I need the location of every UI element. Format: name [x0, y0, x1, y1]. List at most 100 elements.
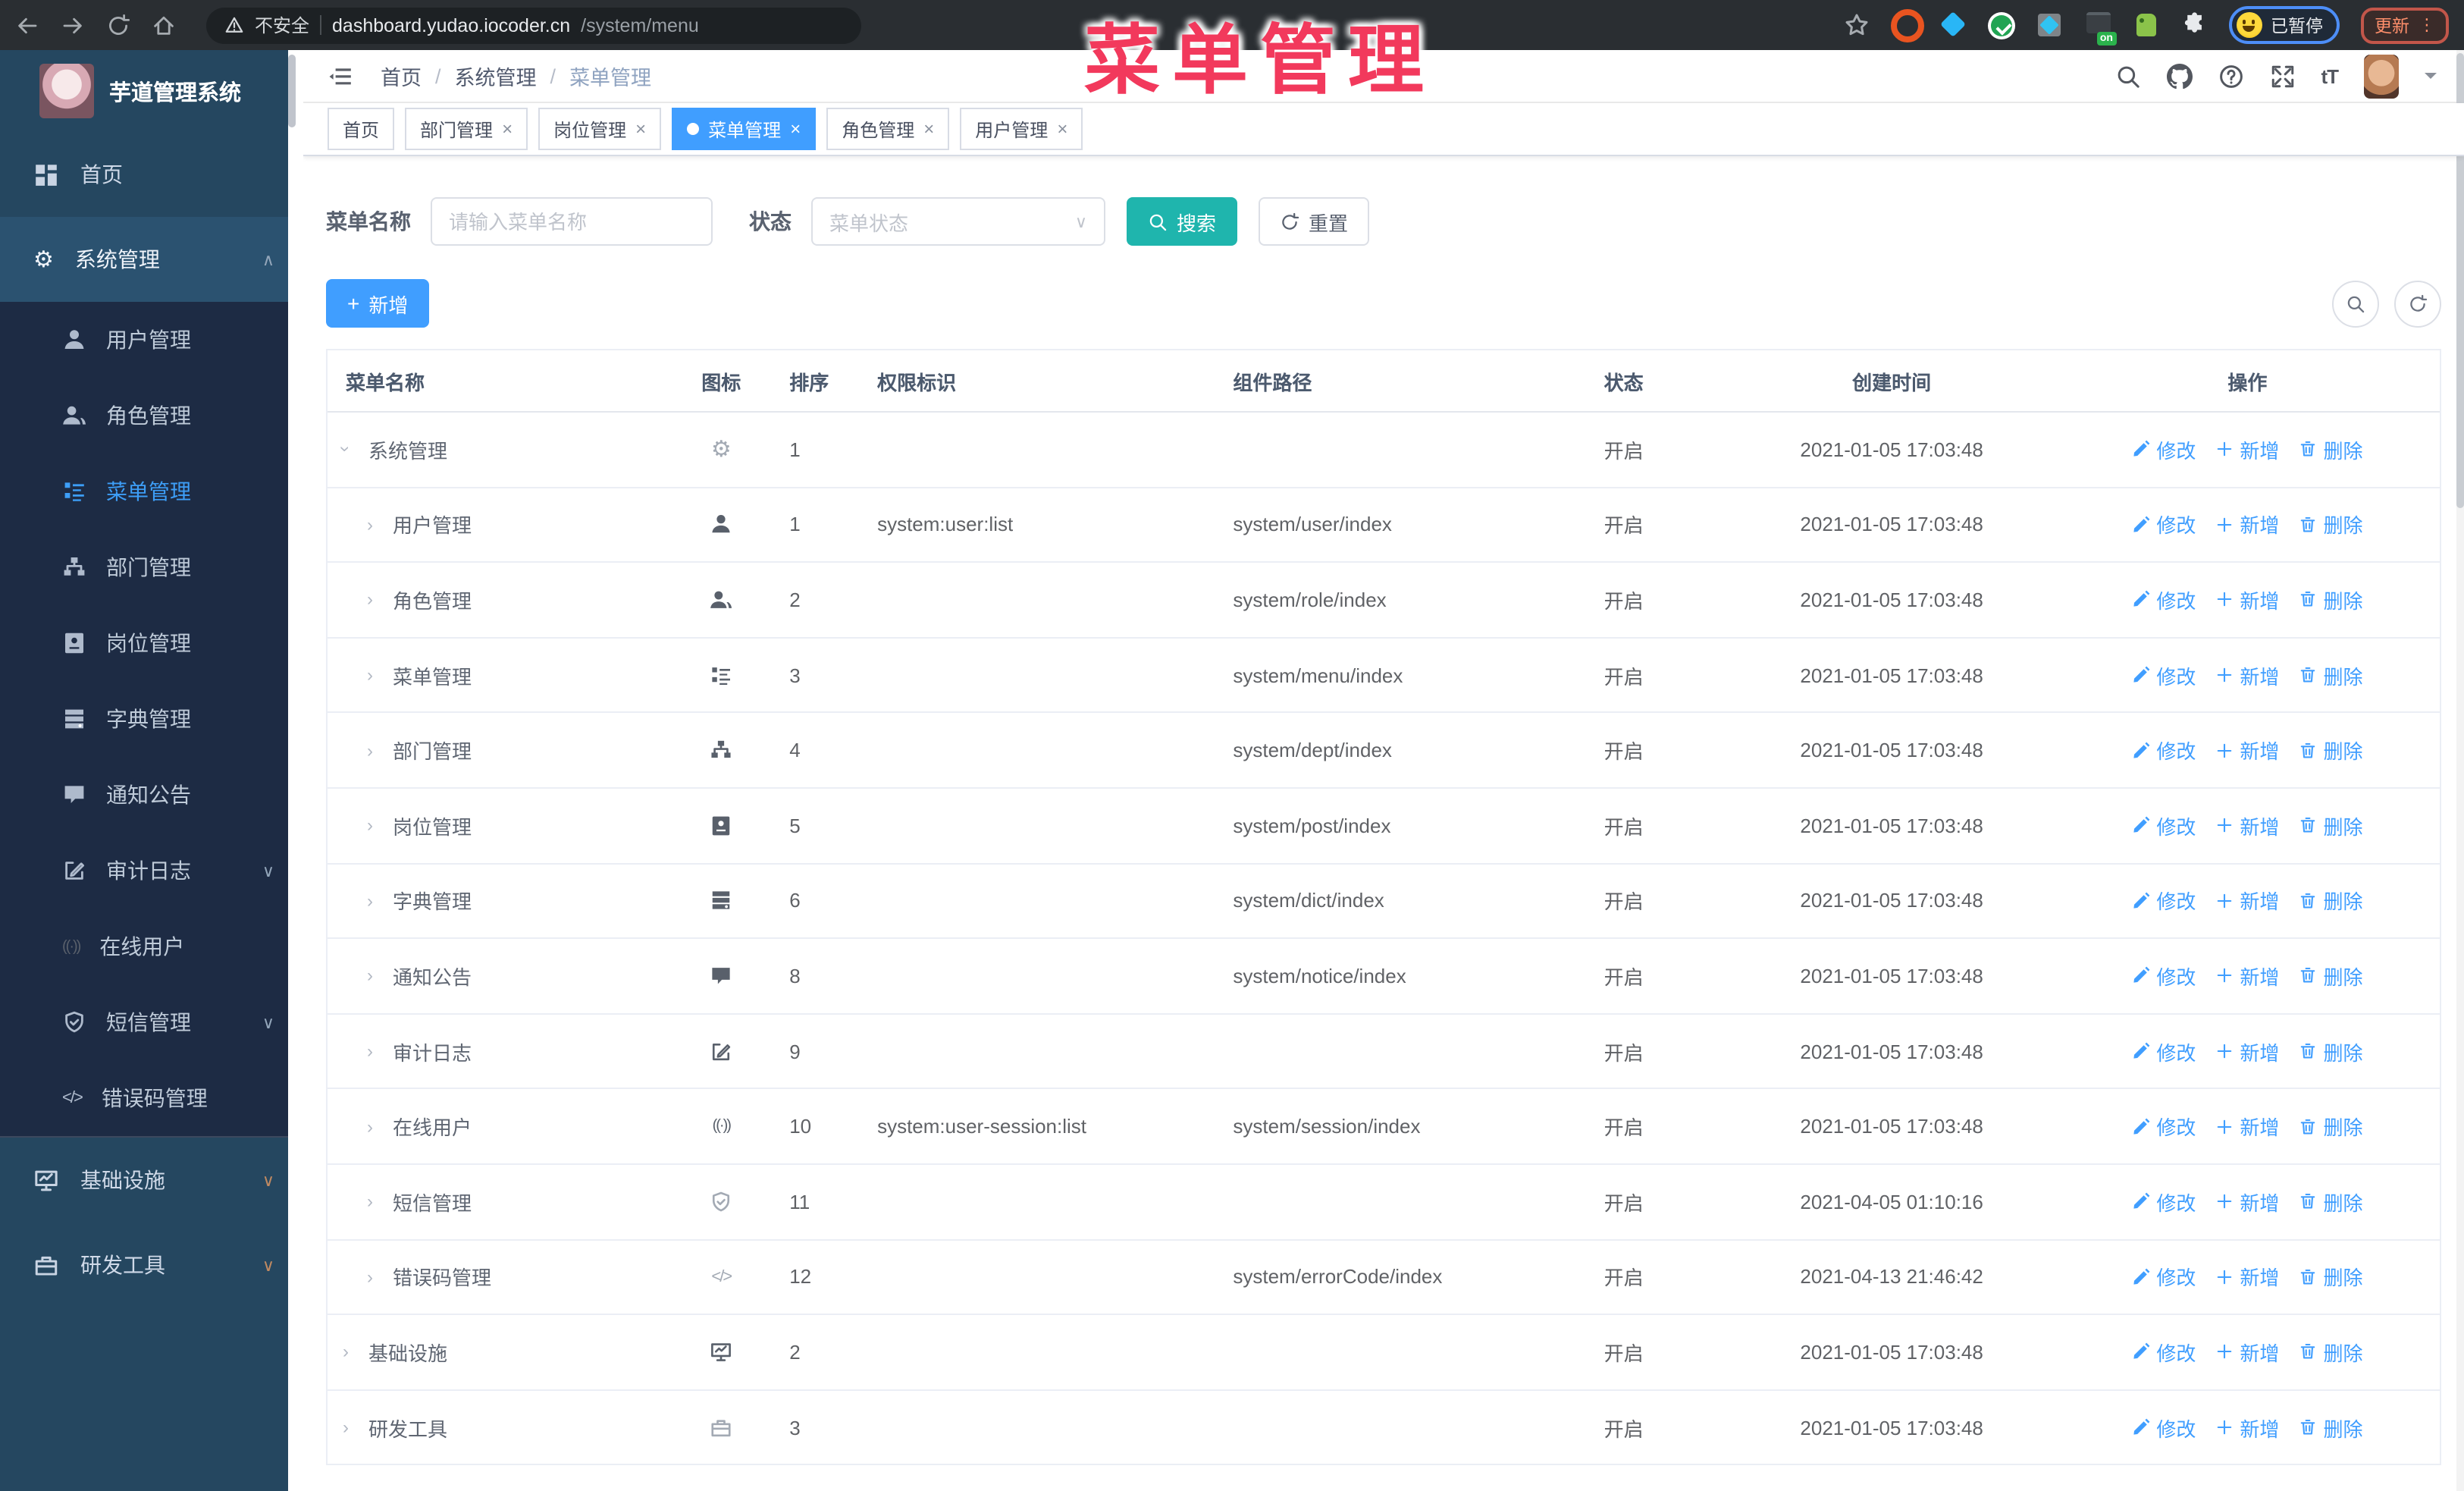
extensions-puzzle-icon[interactable]: [2181, 12, 2207, 38]
table-row[interactable]: 部门管理 4 system/dept/index 开启 2021-01-05 1…: [328, 714, 2440, 789]
sidebar-item-dict-mgmt[interactable]: 字典管理: [0, 681, 296, 757]
add-link[interactable]: 新增: [2215, 510, 2279, 539]
tag-role[interactable]: 角色管理 ×: [826, 108, 950, 150]
avatar-caret-down-icon[interactable]: [2425, 73, 2437, 85]
refresh-table-button[interactable]: [2394, 280, 2441, 327]
menu-name-input[interactable]: [431, 197, 713, 246]
add-link[interactable]: 新增: [2215, 1413, 2279, 1442]
edit-link[interactable]: 修改: [2132, 1263, 2196, 1292]
sidebar-item-dev-tools[interactable]: 研发工具 ∨: [0, 1223, 296, 1307]
sidebar-item-system[interactable]: ⚙ 系统管理 ∧: [0, 217, 296, 302]
gem-extension-icon[interactable]: [1939, 11, 1966, 39]
sidebar-item-user-mgmt[interactable]: 用户管理: [0, 302, 296, 378]
edit-link[interactable]: 修改: [2132, 435, 2196, 464]
table-row[interactable]: 短信管理 11 开启 2021-04-05 01:10:16 修改新增删除: [328, 1165, 2440, 1241]
delete-link[interactable]: 删除: [2299, 1263, 2362, 1292]
help-icon[interactable]: [2218, 63, 2243, 89]
table-row[interactable]: 审计日志 9 开启 2021-01-05 17:03:48 修改新增删除: [328, 1015, 2440, 1090]
sidebar-item-infrastructure[interactable]: 基础设施 ∨: [0, 1138, 296, 1223]
delete-link[interactable]: 删除: [2299, 1187, 2362, 1216]
edit-link[interactable]: 修改: [2132, 510, 2196, 539]
edit-link[interactable]: 修改: [2132, 736, 2196, 764]
edit-link[interactable]: 修改: [2132, 962, 2196, 990]
sidebar-item-audit-log[interactable]: 审计日志 ∨: [0, 833, 296, 909]
expand-icon[interactable]: [367, 739, 393, 761]
expand-icon[interactable]: [367, 890, 393, 912]
tag-menu-active[interactable]: 菜单管理 ×: [672, 108, 817, 150]
reset-button[interactable]: 重置: [1259, 197, 1370, 246]
browser-menu-dots-icon[interactable]: ⋮: [2419, 17, 2435, 33]
add-link[interactable]: 新增: [2215, 811, 2279, 840]
server-extension-icon[interactable]: on: [2084, 11, 2116, 45]
tag-home[interactable]: 首页: [328, 108, 395, 150]
collapse-sidebar-icon[interactable]: [328, 63, 353, 89]
delete-link[interactable]: 删除: [2299, 1413, 2362, 1442]
delete-link[interactable]: 删除: [2299, 510, 2362, 539]
sidebar-scrollbar-thumb[interactable]: [288, 55, 296, 127]
delete-link[interactable]: 删除: [2299, 1037, 2362, 1066]
ubuntu-extension-icon[interactable]: [1890, 8, 1923, 42]
add-link[interactable]: 新增: [2215, 1338, 2279, 1367]
add-button[interactable]: + 新增: [326, 279, 430, 328]
bookmark-star-icon[interactable]: [1843, 12, 1869, 38]
edit-link[interactable]: 修改: [2132, 1338, 2196, 1367]
expand-icon[interactable]: [367, 815, 393, 837]
sidebar-scrollbar[interactable]: [288, 50, 296, 1491]
sidebar-item-dept-mgmt[interactable]: 部门管理: [0, 529, 296, 605]
edit-link[interactable]: 修改: [2132, 1112, 2196, 1141]
delete-link[interactable]: 删除: [2299, 661, 2362, 689]
search-button[interactable]: 搜索: [1127, 197, 1238, 246]
toggle-search-button[interactable]: [2332, 280, 2379, 327]
add-link[interactable]: 新增: [2215, 585, 2279, 614]
expand-icon[interactable]: [367, 1267, 393, 1288]
table-row[interactable]: 在线用户 ((·)) 10 system:user-session:list s…: [328, 1090, 2440, 1165]
expand-icon[interactable]: [367, 1116, 393, 1137]
edit-link[interactable]: 修改: [2132, 887, 2196, 915]
edit-link[interactable]: 修改: [2132, 811, 2196, 840]
address-bar[interactable]: 不安全 dashboard.yudao.iocoder.cn/system/me…: [206, 7, 861, 43]
table-row[interactable]: 岗位管理 5 system/post/index 开启 2021-01-05 1…: [328, 789, 2440, 865]
delete-link[interactable]: 删除: [2299, 585, 2362, 614]
edit-link[interactable]: 修改: [2132, 585, 2196, 614]
delete-link[interactable]: 删除: [2299, 1338, 2362, 1367]
expand-icon[interactable]: [343, 439, 368, 460]
check-extension-icon[interactable]: [1987, 11, 2014, 39]
status-select[interactable]: 菜单状态 ∨: [811, 197, 1105, 246]
sidebar-item-menu-mgmt[interactable]: 菜单管理: [0, 454, 296, 529]
table-row[interactable]: 菜单管理 3 system/menu/index 开启 2021-01-05 1…: [328, 639, 2440, 714]
fullscreen-icon[interactable]: [2269, 63, 2295, 89]
app-logo[interactable]: 芋道管理系统: [0, 50, 296, 132]
window-scrollbar[interactable]: [2456, 50, 2464, 1491]
edit-link[interactable]: 修改: [2132, 661, 2196, 689]
sidebar-item-post-mgmt[interactable]: 岗位管理: [0, 605, 296, 681]
table-row[interactable]: 基础设施 2 开启 2021-01-05 17:03:48 修改新增删除: [328, 1315, 2440, 1391]
tag-post[interactable]: 岗位管理 ×: [538, 108, 662, 150]
delete-link[interactable]: 删除: [2299, 962, 2362, 990]
add-link[interactable]: 新增: [2215, 661, 2279, 689]
add-link[interactable]: 新增: [2215, 435, 2279, 464]
reload-icon[interactable]: [106, 13, 130, 37]
forward-icon[interactable]: [61, 13, 85, 37]
table-row[interactable]: 通知公告 8 system/notice/index 开启 2021-01-05…: [328, 939, 2440, 1015]
table-row[interactable]: 字典管理 6 system/dict/index 开启 2021-01-05 1…: [328, 864, 2440, 940]
github-icon[interactable]: [2166, 63, 2192, 89]
robot-extension-icon[interactable]: [2133, 11, 2160, 39]
breadcrumb-home[interactable]: 首页: [381, 61, 422, 91]
delete-link[interactable]: 删除: [2299, 435, 2362, 464]
add-link[interactable]: 新增: [2215, 1263, 2279, 1292]
edit-link[interactable]: 修改: [2132, 1187, 2196, 1216]
table-row[interactable]: 用户管理 1 system:user:list system/user/inde…: [328, 488, 2440, 563]
expand-icon[interactable]: [367, 965, 393, 987]
add-link[interactable]: 新增: [2215, 1187, 2279, 1216]
edit-link[interactable]: 修改: [2132, 1413, 2196, 1442]
expand-icon[interactable]: [367, 1191, 393, 1212]
close-icon[interactable]: ×: [790, 118, 801, 140]
delete-link[interactable]: 删除: [2299, 736, 2362, 764]
sidebar-item-home[interactable]: 首页: [0, 132, 296, 217]
expand-icon[interactable]: [367, 514, 393, 535]
home-icon[interactable]: [152, 13, 176, 37]
delete-link[interactable]: 删除: [2299, 1112, 2362, 1141]
add-link[interactable]: 新增: [2215, 887, 2279, 915]
search-icon[interactable]: [2114, 63, 2140, 89]
sidebar-item-role-mgmt[interactable]: 角色管理: [0, 378, 296, 454]
